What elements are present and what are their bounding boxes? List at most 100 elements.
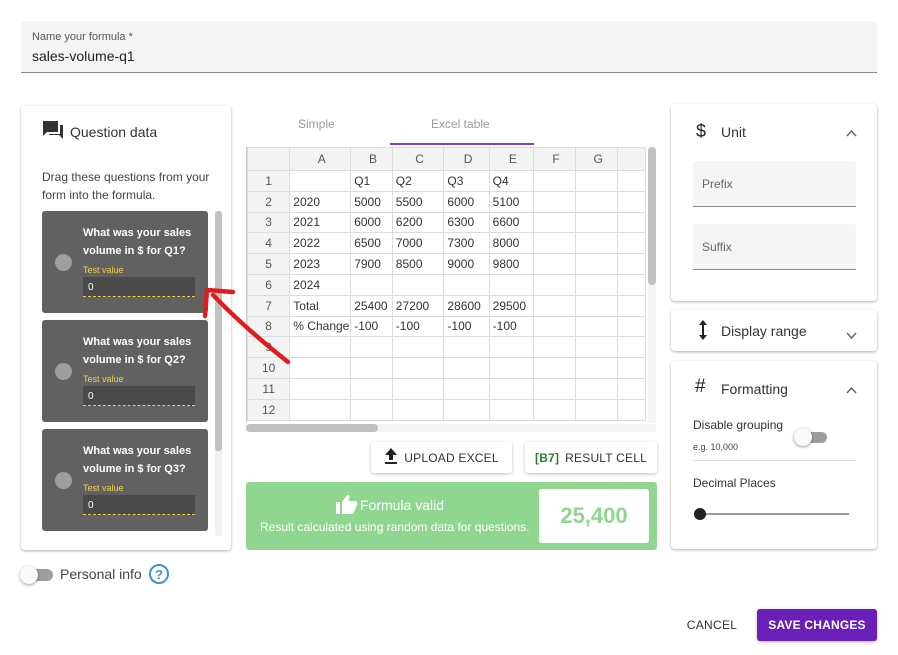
- sheet-cell[interactable]: [532, 170, 577, 192]
- sheet-cell[interactable]: 8000: [488, 232, 534, 255]
- column-header[interactable]: G: [575, 147, 619, 171]
- row-header[interactable]: 5: [247, 253, 291, 275]
- sheet-cell[interactable]: [443, 357, 490, 379]
- row-header[interactable]: 2: [247, 190, 291, 213]
- sheet-cell[interactable]: [575, 232, 619, 255]
- sheet-cell[interactable]: [289, 357, 352, 379]
- sheet-cell[interactable]: [617, 398, 646, 421]
- row-header[interactable]: 11: [247, 377, 291, 400]
- sheet-cell[interactable]: 5100: [488, 190, 534, 213]
- sheet-cell[interactable]: [617, 190, 646, 213]
- sheet-cell[interactable]: [532, 357, 577, 379]
- sheet-cell[interactable]: [532, 232, 577, 255]
- sheet-cell[interactable]: 2020: [289, 190, 352, 213]
- sheet-cell[interactable]: [575, 294, 619, 317]
- sheet-cell[interactable]: [532, 398, 577, 421]
- sheet-cell[interactable]: 6000: [443, 190, 490, 213]
- excel-sheet[interactable]: A B C D E F G 1 Q1 Q2 Q3 Q4 2 2020 5000 5500 6000 5100 3 20…: [246, 147, 646, 423]
- disable-grouping-toggle-knob[interactable]: [794, 428, 812, 446]
- cancel-button[interactable]: CANCEL: [680, 609, 744, 641]
- column-header[interactable]: D: [443, 147, 490, 171]
- sheet-cell[interactable]: [289, 170, 352, 192]
- sheet-cell[interactable]: [443, 336, 490, 359]
- sheet-cell[interactable]: 9000: [443, 253, 490, 275]
- sheet-cell[interactable]: [532, 315, 577, 338]
- row-header[interactable]: 12: [247, 398, 291, 421]
- sheet-cell[interactable]: Q3: [443, 170, 490, 192]
- sheet-cell[interactable]: [350, 398, 393, 421]
- help-icon[interactable]: ?: [149, 564, 169, 584]
- sheet-cell[interactable]: Q2: [391, 170, 445, 192]
- sheet-cell[interactable]: [575, 211, 619, 234]
- sheet-cell[interactable]: [532, 211, 577, 234]
- sheet-cell[interactable]: 5500: [391, 190, 445, 213]
- test-value-input[interactable]: 0: [83, 277, 195, 297]
- sheet-cell[interactable]: [575, 273, 619, 296]
- row-header[interactable]: 4: [247, 232, 291, 255]
- display-range-panel[interactable]: Display range: [671, 310, 877, 351]
- sheet-cell[interactable]: 25400: [350, 294, 393, 317]
- sheet-grid[interactable]: A B C D E F G 1 Q1 Q2 Q3 Q4 2 2020 5000 5500 6000 5100 3 20…: [247, 147, 646, 421]
- sheet-cell[interactable]: [350, 357, 393, 379]
- decimal-places-slider[interactable]: [701, 513, 849, 515]
- suffix-input[interactable]: Suffix: [693, 224, 856, 270]
- sheet-cell[interactable]: [350, 336, 393, 359]
- sheet-cell[interactable]: 7300: [443, 232, 490, 255]
- sheet-cell[interactable]: [391, 336, 445, 359]
- sheet-corner-cell[interactable]: [247, 147, 291, 171]
- sheet-cell[interactable]: [532, 377, 577, 400]
- drag-handle-icon[interactable]: [55, 472, 72, 489]
- row-header[interactable]: 1: [247, 170, 291, 192]
- sheet-cell[interactable]: [289, 377, 352, 400]
- sheet-cell[interactable]: [575, 170, 619, 192]
- sheet-cell[interactable]: [575, 398, 619, 421]
- tab-simple[interactable]: Simple: [298, 117, 335, 131]
- upload-excel-button[interactable]: UPLOAD EXCEL: [371, 442, 512, 473]
- tab-excel-table[interactable]: Excel table: [431, 117, 490, 131]
- sheet-cell[interactable]: 27200: [391, 294, 445, 317]
- sheet-cell[interactable]: [617, 377, 646, 400]
- sheet-cell[interactable]: [350, 273, 393, 296]
- sheet-cell[interactable]: 6500: [350, 232, 393, 255]
- column-header[interactable]: F: [532, 147, 577, 171]
- sheet-cell[interactable]: [575, 315, 619, 338]
- column-header[interactable]: B: [350, 147, 393, 171]
- decimal-places-slider-thumb[interactable]: [694, 508, 706, 520]
- sheet-cell[interactable]: [391, 273, 445, 296]
- sheet-cell[interactable]: [289, 398, 352, 421]
- column-header[interactable]: [617, 147, 646, 171]
- sheet-cell[interactable]: 28600: [443, 294, 490, 317]
- sheet-cell[interactable]: [350, 377, 393, 400]
- sheet-cell[interactable]: [617, 211, 646, 234]
- sheet-cell[interactable]: -100: [391, 315, 445, 338]
- test-value-input[interactable]: 0: [83, 495, 195, 515]
- sheet-vertical-scroll-thumb[interactable]: [648, 147, 656, 285]
- chevron-up-icon[interactable]: [846, 381, 857, 399]
- sheet-cell[interactable]: 7900: [350, 253, 393, 275]
- sheet-cell[interactable]: 6600: [488, 211, 534, 234]
- sheet-cell[interactable]: 2021: [289, 211, 352, 234]
- sheet-horizontal-scroll-thumb[interactable]: [246, 424, 378, 432]
- sheet-cell[interactable]: 2024: [289, 273, 352, 296]
- sheet-cell[interactable]: [532, 253, 577, 275]
- sheet-cell[interactable]: [532, 336, 577, 359]
- sheet-cell[interactable]: [532, 294, 577, 317]
- sheet-cell[interactable]: [391, 377, 445, 400]
- sheet-cell[interactable]: 2022: [289, 232, 352, 255]
- sheet-cell[interactable]: [488, 398, 534, 421]
- sheet-cell[interactable]: Q1: [350, 170, 393, 192]
- sheet-cell[interactable]: 29500: [488, 294, 534, 317]
- sheet-cell[interactable]: [391, 357, 445, 379]
- question-card-q2[interactable]: What was your sales volume in $ for Q2? …: [42, 320, 208, 422]
- sheet-cell[interactable]: Total: [289, 294, 352, 317]
- drag-handle-icon[interactable]: [55, 254, 72, 271]
- drag-handle-icon[interactable]: [55, 363, 72, 380]
- sheet-cell[interactable]: % Change: [289, 315, 352, 338]
- question-card-q1[interactable]: What was your sales volume in $ for Q1? …: [42, 211, 208, 313]
- sheet-cell[interactable]: [575, 253, 619, 275]
- chevron-up-icon[interactable]: [846, 124, 857, 142]
- sheet-cell[interactable]: [617, 170, 646, 192]
- sheet-cell[interactable]: [443, 398, 490, 421]
- sheet-cell[interactable]: [617, 336, 646, 359]
- formula-name-input[interactable]: sales-volume-q1: [32, 48, 135, 64]
